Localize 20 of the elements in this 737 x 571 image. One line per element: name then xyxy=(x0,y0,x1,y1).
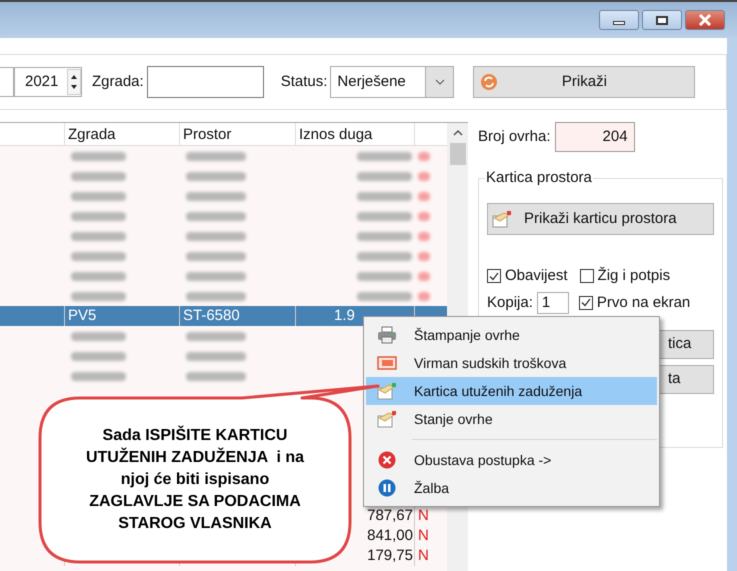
group-title: Kartica prostora xyxy=(485,168,593,188)
flag-label: N xyxy=(418,547,429,564)
checkbox-label: Obavijest xyxy=(505,266,568,286)
flag-label: N xyxy=(418,507,429,524)
year-value: 2021 xyxy=(24,72,60,92)
count-label: Broj ovrha: xyxy=(478,126,551,147)
checkbox-label: Žig i potpis xyxy=(598,266,670,286)
copies-label: Kopija: xyxy=(487,292,533,312)
table-cell: ST-6580 xyxy=(183,307,240,324)
table-cell: PV5 xyxy=(68,307,96,324)
table-cell: 787,67 xyxy=(367,506,413,526)
callout-text: Sada ISPIŠITE KARTICU UTUŽENIH ZADUŽENJA i na njoj će biti ispisano ZAGLAVLJE SA PODACIMA STAROG VLASNIKA xyxy=(86,425,304,534)
table-cell: 179,75 xyxy=(367,546,413,566)
checkbox-label: Prvo na ekran xyxy=(596,292,690,312)
count-field: 204 xyxy=(554,122,635,152)
flag-label: N xyxy=(418,527,429,544)
status-label: Status: xyxy=(280,72,328,92)
table-cell: 1.9 xyxy=(334,306,355,326)
zgrada-label: Zgrada: xyxy=(92,72,144,92)
table-cell: 841,00 xyxy=(367,526,413,546)
